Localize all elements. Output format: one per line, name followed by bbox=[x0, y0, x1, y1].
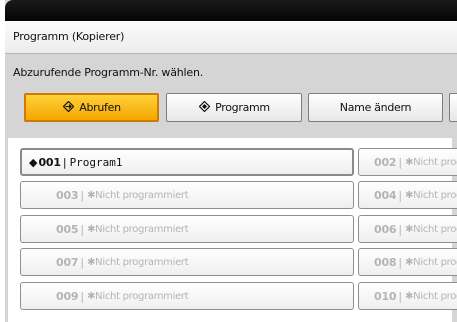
program-name: ✱Nicht programmiert bbox=[87, 189, 189, 201]
program-registered-icon: ◆ bbox=[29, 155, 38, 169]
program-name: ✱Nicht programmiert bbox=[87, 290, 189, 302]
program-number: 008 bbox=[374, 255, 397, 269]
program-button[interactable]: Programm bbox=[166, 93, 302, 122]
program-slot-001[interactable]: ◆ 001 | Program1 bbox=[20, 148, 354, 176]
program-number: 010 bbox=[374, 289, 397, 303]
program-slot-004[interactable]: 004 | ✱Nicht programmiert bbox=[358, 181, 457, 209]
program-name: ✱Nicht programmiert bbox=[405, 156, 457, 168]
program-list: ◆ 001 | Program1 002 | ✱Nicht programmie… bbox=[8, 138, 457, 322]
program-number: 003 bbox=[56, 188, 79, 202]
rename-button-label: Name ändern bbox=[339, 101, 412, 114]
more-button[interactable] bbox=[449, 93, 457, 122]
program-slot-005[interactable]: 005 | ✱Nicht programmiert bbox=[20, 215, 354, 243]
program-name: ✱Nicht programmiert bbox=[405, 290, 457, 302]
program-name: Program1 bbox=[69, 155, 123, 169]
program-name: ✱Nicht programmiert bbox=[405, 256, 457, 268]
title-bar: Programm (Kopierer) bbox=[5, 21, 457, 54]
program-slot-009[interactable]: 009 | ✱Nicht programmiert bbox=[20, 282, 354, 310]
program-name: ✱Nicht programmiert bbox=[87, 223, 189, 235]
program-number: 001 bbox=[38, 155, 61, 169]
top-bar bbox=[5, 0, 457, 21]
program-slot-007[interactable]: 007 | ✱Nicht programmiert bbox=[20, 248, 354, 276]
program-slot-003[interactable]: 003 | ✱Nicht programmiert bbox=[20, 181, 354, 209]
program-number: 007 bbox=[56, 255, 79, 269]
recall-button[interactable]: Abrufen bbox=[24, 93, 159, 122]
program-number: 002 bbox=[374, 155, 397, 169]
page-title: Programm (Kopierer) bbox=[13, 30, 125, 43]
program-slot-002[interactable]: 002 | ✱Nicht programmiert bbox=[358, 148, 457, 176]
program-number: 004 bbox=[374, 188, 397, 202]
program-icon bbox=[198, 100, 210, 114]
rename-button[interactable]: Name ändern bbox=[308, 93, 443, 122]
program-number: 009 bbox=[56, 289, 79, 303]
instruction-text: Abzurufende Programm-Nr. wählen. bbox=[13, 66, 204, 79]
program-name: ✱Nicht programmiert bbox=[405, 189, 457, 201]
program-slot-010[interactable]: 010 | ✱Nicht programmiert bbox=[358, 282, 457, 310]
program-name: ✱Nicht programmiert bbox=[405, 223, 457, 235]
program-number: 006 bbox=[374, 222, 397, 236]
recall-icon bbox=[62, 100, 75, 114]
recall-button-label: Abrufen bbox=[79, 101, 121, 114]
program-slot-008[interactable]: 008 | ✱Nicht programmiert bbox=[358, 248, 457, 276]
program-slot-006[interactable]: 006 | ✱Nicht programmiert bbox=[358, 215, 457, 243]
program-button-label: Programm bbox=[215, 101, 270, 114]
program-number: 005 bbox=[56, 222, 79, 236]
program-name: ✱Nicht programmiert bbox=[87, 256, 189, 268]
